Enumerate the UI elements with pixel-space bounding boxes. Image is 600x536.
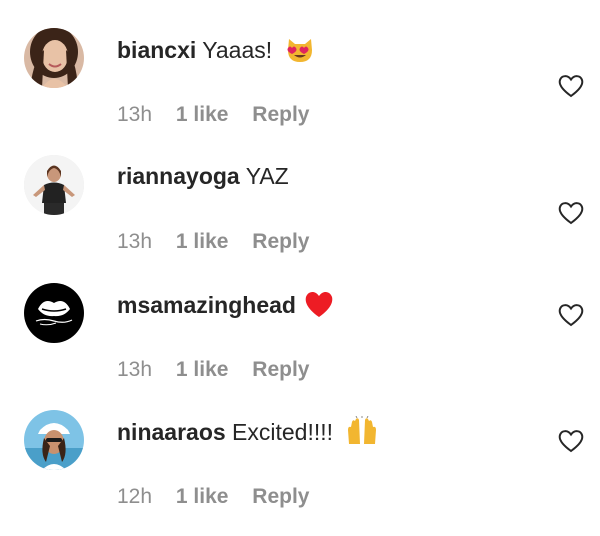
comment-meta: 13h 1 like Reply (117, 102, 309, 128)
comment-meta: 13h 1 like Reply (117, 357, 309, 383)
like-heart-icon[interactable] (558, 201, 584, 225)
comment-meta: 13h 1 like Reply (117, 229, 309, 255)
comment-likes[interactable]: 1 like (176, 485, 229, 508)
comment-item: ninaaraos Excited!!!! 12h 1 like Reply (0, 410, 600, 536)
comment-time: 13h (117, 230, 153, 253)
comment-username[interactable]: ninaaraos (117, 419, 226, 445)
comment-time: 12h (117, 485, 153, 508)
comment-text: Excited!!!! (232, 419, 334, 445)
comment-username[interactable]: biancxi (117, 37, 196, 63)
avatar[interactable] (24, 28, 84, 88)
comment-item: biancxi Yaaas! 13h 1 like Reply (0, 28, 600, 155)
comment-likes[interactable]: 1 like (176, 358, 229, 381)
comment-text: Yaaas! (202, 37, 273, 63)
comment-line: biancxi Yaaas! (117, 34, 315, 65)
comment-username[interactable]: riannayoga (117, 163, 240, 189)
comment-line: msamazinghead (117, 289, 334, 320)
avatar-image (24, 410, 84, 470)
comment-meta: 12h 1 like Reply (117, 484, 309, 510)
comment-line: ninaaraos Excited!!!! (117, 416, 379, 447)
reply-button[interactable]: Reply (252, 358, 309, 381)
avatar-image (24, 155, 84, 215)
reply-button[interactable]: Reply (252, 485, 309, 508)
like-heart-icon[interactable] (558, 74, 584, 98)
comment-text: YAZ (245, 163, 289, 189)
comment-item: riannayoga YAZ 13h 1 like Reply (0, 155, 600, 282)
avatar[interactable] (24, 283, 84, 343)
reply-button[interactable]: Reply (252, 230, 309, 253)
avatar-image (24, 283, 84, 343)
comment-username[interactable]: msamazinghead (117, 292, 296, 318)
avatar-image (24, 28, 84, 88)
comment-likes[interactable]: 1 like (176, 103, 229, 126)
comment-item: msamazinghead 13h 1 like Reply (0, 283, 600, 410)
comment-time: 13h (117, 103, 153, 126)
comment-time: 13h (117, 358, 153, 381)
like-heart-icon[interactable] (558, 429, 584, 453)
heart-eyes-cat-emoji (287, 39, 312, 62)
comment-line: riannayoga YAZ (117, 161, 289, 191)
reply-button[interactable]: Reply (252, 103, 309, 126)
comment-likes[interactable]: 1 like (176, 230, 229, 253)
like-heart-icon[interactable] (558, 303, 584, 327)
raising-hands-emoji (348, 416, 377, 444)
red-heart-emoji (306, 291, 333, 317)
avatar[interactable] (24, 410, 84, 470)
avatar[interactable] (24, 155, 84, 215)
